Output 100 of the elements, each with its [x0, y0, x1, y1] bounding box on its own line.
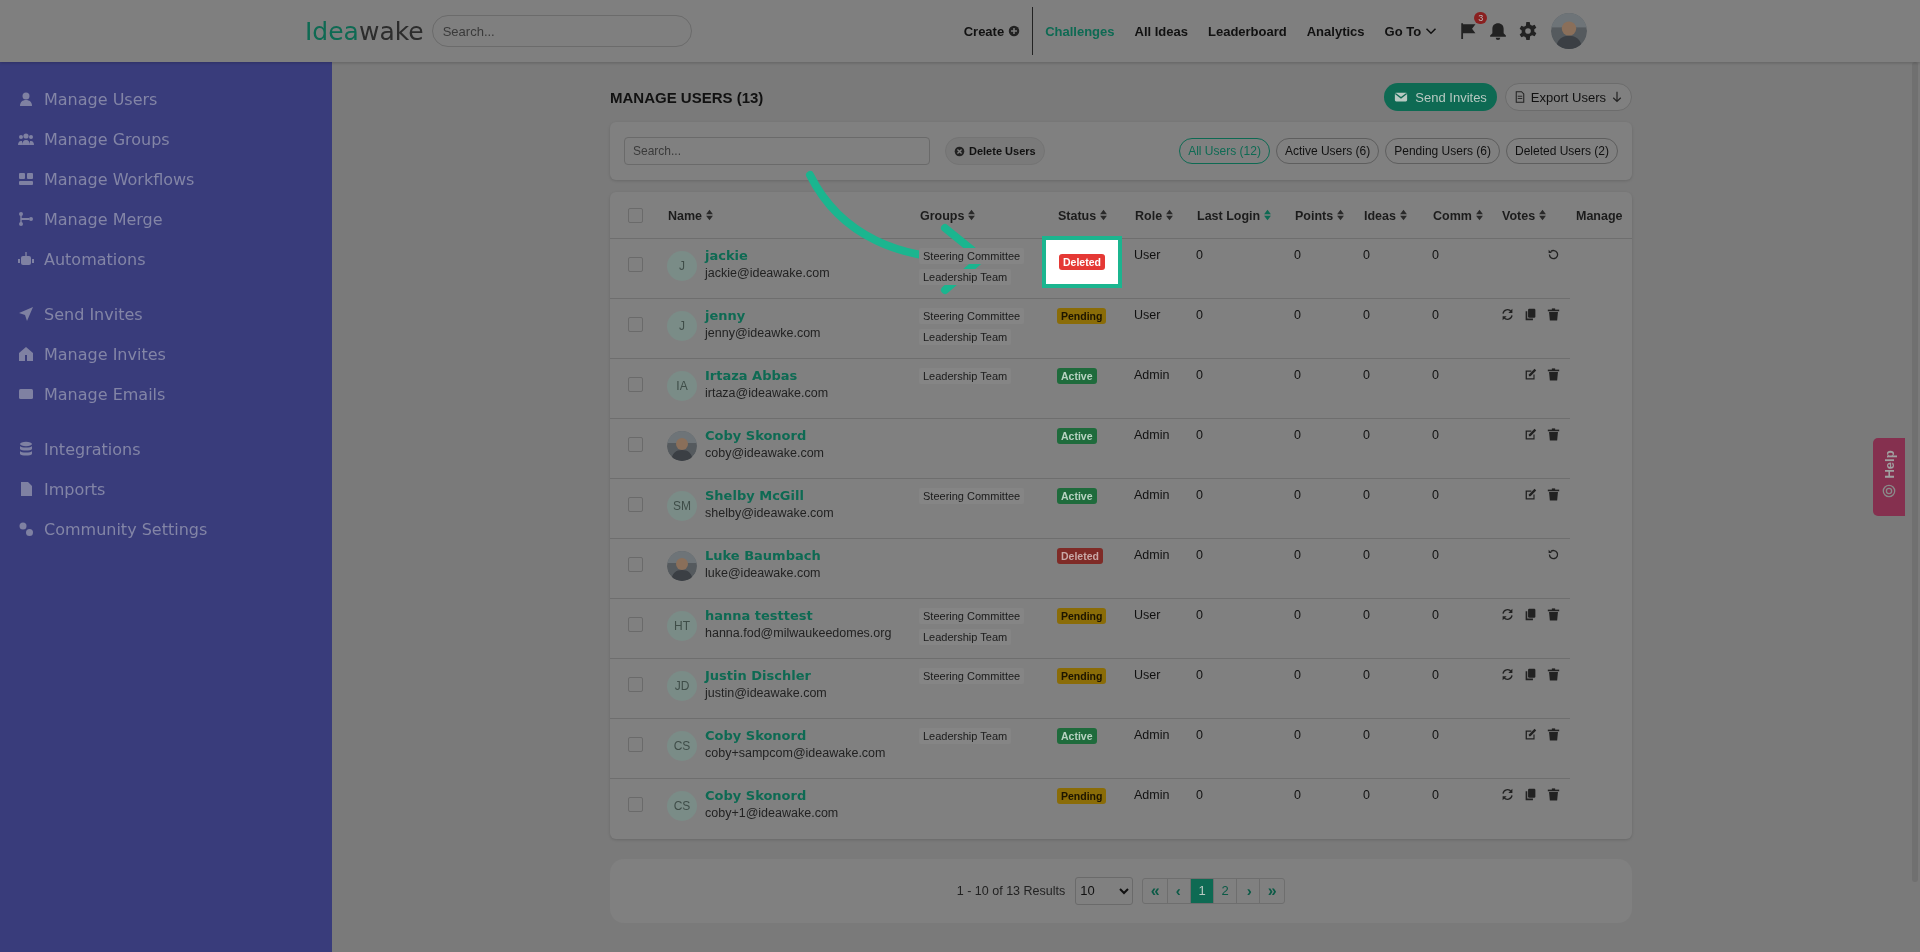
settings-icon[interactable]	[1519, 22, 1538, 40]
file-icon	[18, 481, 34, 497]
menu-link[interactable]: Go To	[1374, 23, 1448, 39]
user-email: justin@ideawake.com	[705, 686, 827, 700]
table-cell: 0	[1294, 308, 1301, 322]
export-button[interactable]: Export Users	[1504, 83, 1632, 111]
page-button[interactable]: 1	[1190, 877, 1215, 904]
user-name-link[interactable]: Coby Skonord	[705, 428, 824, 443]
edit-icon[interactable]	[1524, 368, 1537, 381]
user-name-link[interactable]: Justin Dischler	[705, 668, 827, 683]
user-name-link[interactable]: jenny	[705, 308, 821, 323]
page-size-select[interactable]: 10	[1075, 876, 1134, 905]
copy-icon[interactable]	[1524, 308, 1537, 321]
sidebar-item[interactable]: Manage Merge	[0, 199, 332, 239]
user-email: shelby@ideawake.com	[705, 506, 834, 520]
sidebar-item[interactable]: Community Settings	[0, 509, 332, 549]
sidebar-item[interactable]: Integrations	[0, 429, 332, 469]
user-name-link[interactable]: Luke Baumbach	[705, 548, 821, 563]
sidebar-item[interactable]: Manage Invites	[0, 334, 332, 374]
filter-tab[interactable]: All Users (12)	[1179, 138, 1270, 164]
refresh-icon[interactable]	[1501, 668, 1514, 681]
trash-icon[interactable]	[1547, 728, 1560, 741]
column-header[interactable]: Status	[1058, 208, 1097, 223]
sidebar-item[interactable]: Manage Emails	[0, 374, 332, 414]
nav-link[interactable]: Create	[953, 23, 1031, 39]
undo-icon[interactable]	[1547, 248, 1560, 261]
table-cell: 0	[1294, 728, 1301, 742]
page-button[interactable]: 2	[1213, 877, 1238, 904]
table-cell: 0	[1432, 488, 1439, 502]
copy-icon[interactable]	[1524, 668, 1537, 681]
nav-link[interactable]: Challenges	[1035, 23, 1125, 39]
sort-icon[interactable]	[1099, 209, 1109, 222]
nav-link[interactable]: Analytics	[1296, 23, 1375, 39]
trash-icon[interactable]	[1547, 368, 1560, 381]
flag-icon[interactable]	[1459, 22, 1478, 40]
help-tab[interactable]: Help	[1873, 438, 1905, 516]
column-header[interactable]: Ideas	[1364, 208, 1396, 223]
group-tag: Leadership Team	[919, 329, 1012, 345]
sort-icon[interactable]	[967, 209, 977, 222]
edit-icon[interactable]	[1524, 428, 1537, 441]
sidebar-item[interactable]: Manage Workflows	[0, 159, 332, 199]
filter-tab[interactable]: Pending Users (6)	[1385, 138, 1500, 164]
user-name-link[interactable]: hanna testtest	[705, 608, 892, 623]
user-name-link[interactable]: Coby Skonord	[705, 728, 886, 743]
trash-icon[interactable]	[1547, 428, 1560, 441]
trash-icon[interactable]	[1547, 488, 1560, 501]
user-email: coby+sampcom@ideawake.com	[705, 746, 886, 760]
sidebar-item[interactable]: Manage Users	[0, 79, 332, 119]
column-header[interactable]: Name	[668, 208, 703, 223]
refresh-icon[interactable]	[1501, 608, 1514, 621]
robot-icon	[18, 251, 34, 267]
sort-icon[interactable]	[1538, 209, 1548, 222]
group-tag: Leadership Team	[919, 728, 1012, 744]
logo[interactable]: Ideawake	[305, 16, 424, 46]
user-name-link[interactable]: Coby Skonord	[705, 788, 839, 803]
trash-icon[interactable]	[1547, 668, 1560, 681]
sidebar-item[interactable]: Automations	[0, 239, 332, 279]
copy-icon[interactable]	[1524, 788, 1537, 801]
trash-icon[interactable]	[1547, 608, 1560, 621]
user-name-link[interactable]: Shelby McGill	[705, 488, 834, 503]
sort-icon[interactable]	[1398, 209, 1408, 222]
sort-icon[interactable]	[705, 209, 715, 222]
column-header[interactable]: Role	[1135, 208, 1163, 223]
edit-icon[interactable]	[1524, 728, 1537, 741]
sort-icon[interactable]	[1336, 209, 1346, 222]
refresh-icon[interactable]	[1501, 308, 1514, 321]
nav-link[interactable]: Leaderboard	[1198, 23, 1297, 39]
search-field[interactable]: Search...	[624, 137, 930, 165]
trash-icon[interactable]	[1547, 788, 1560, 801]
sidebar-item[interactable]: Send Invites	[0, 294, 332, 334]
pager-button[interactable]: »	[1259, 877, 1286, 904]
scrollbar[interactable]	[1912, 62, 1918, 882]
column-header[interactable]: Last Login	[1197, 208, 1261, 223]
bell-icon[interactable]	[1489, 22, 1508, 40]
send-invites-button[interactable]: Send Invites	[1384, 83, 1497, 111]
sort-icon[interactable]	[1165, 209, 1175, 222]
delete-users-button[interactable]: Delete Users	[945, 137, 1045, 165]
column-header[interactable]: Groups	[920, 208, 965, 223]
sort-icon[interactable]	[1474, 209, 1484, 222]
filter-tab[interactable]: Deleted Users (2)	[1505, 138, 1618, 164]
pager-button[interactable]: «	[1142, 877, 1169, 904]
group-tag: Leadership Team	[919, 269, 1012, 285]
column-header[interactable]: Votes	[1502, 208, 1536, 223]
filter-tab[interactable]: Active Users (6)	[1275, 138, 1380, 164]
user-name-link[interactable]: jackie	[705, 248, 830, 263]
refresh-icon[interactable]	[1501, 788, 1514, 801]
pager-button[interactable]: ›	[1236, 877, 1261, 904]
nav-link[interactable]: All Ideas	[1124, 23, 1198, 39]
pager-button[interactable]: ‹	[1167, 877, 1192, 904]
table-cell: 0	[1196, 788, 1203, 802]
sidebar-item[interactable]: Imports	[0, 469, 332, 509]
trash-icon[interactable]	[1547, 308, 1560, 321]
edit-icon[interactable]	[1524, 488, 1537, 501]
sidebar-item[interactable]: Manage Groups	[0, 119, 332, 159]
copy-icon[interactable]	[1524, 608, 1537, 621]
column-header[interactable]: Comm	[1433, 208, 1472, 223]
search-field[interactable]: Search...	[431, 15, 692, 47]
user-name-link[interactable]: Irtaza Abbas	[705, 368, 829, 383]
column-header[interactable]: Points	[1295, 208, 1334, 223]
undo-icon[interactable]	[1547, 548, 1560, 561]
